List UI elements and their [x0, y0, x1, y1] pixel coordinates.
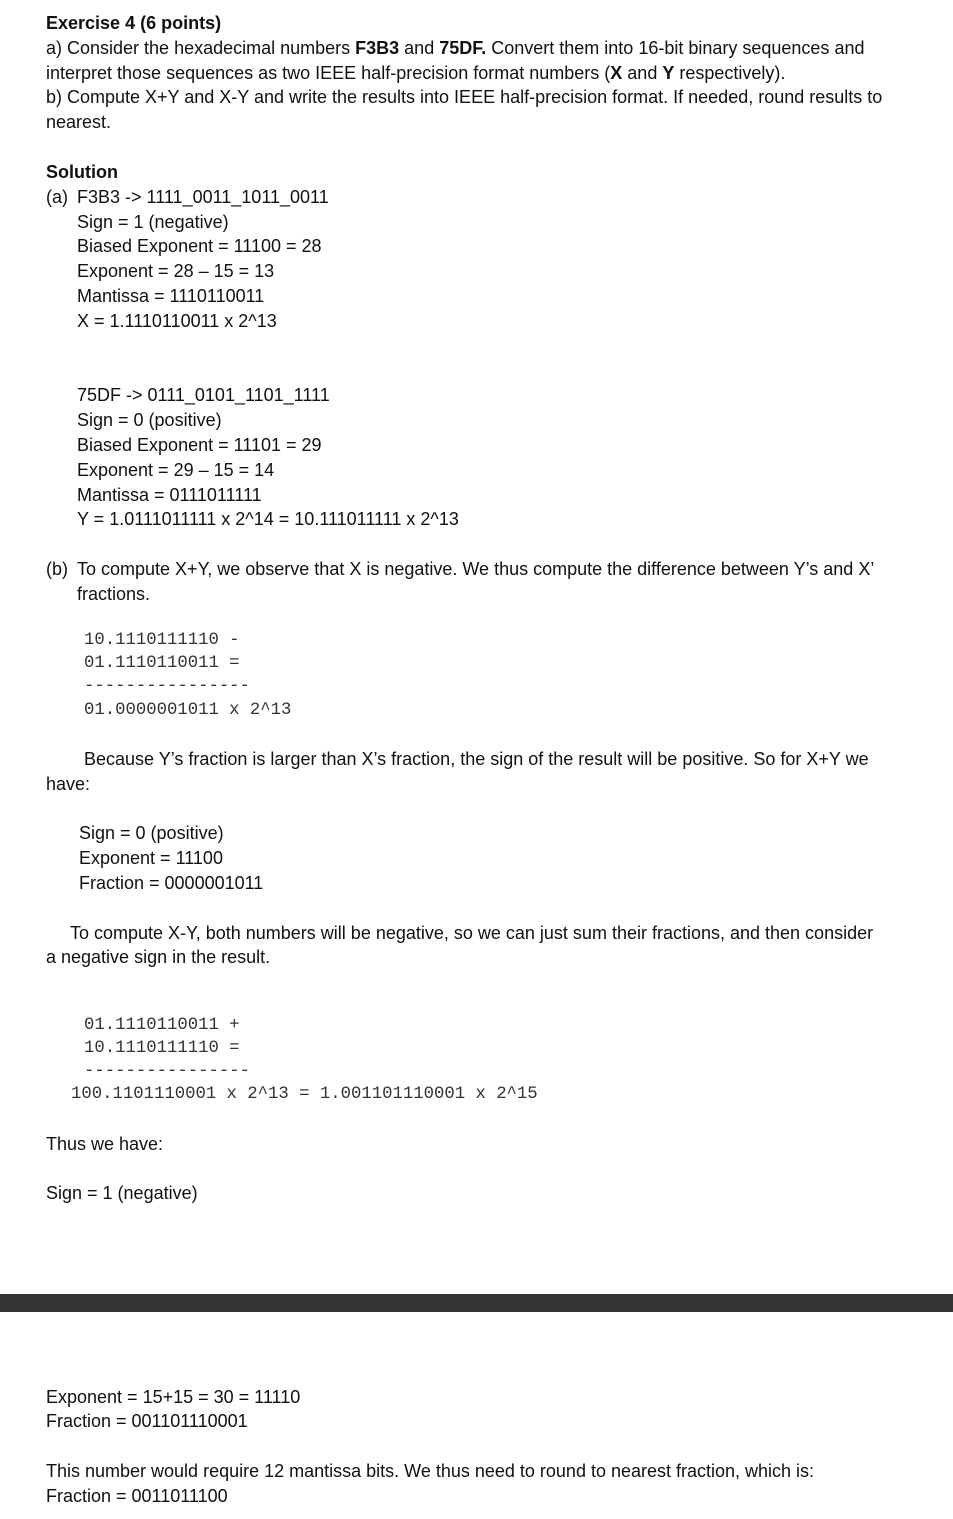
diff-sign-line: Sign = 1 (negative) [46, 1183, 198, 1203]
y-conversion-line: 75DF -> 0111_0101_1101_1111 [77, 385, 330, 405]
x-sign-line: Sign = 1 (negative) [77, 212, 229, 232]
add-calc-separator: ---------------- [84, 1062, 250, 1081]
add-calc-line-1: 01.1110110011 + [84, 1016, 240, 1035]
x-biased-exponent-line: Biased Exponent = 11100 = 28 [77, 236, 322, 256]
diff-exponent-line: Exponent = 15+15 = 30 = 11110 [46, 1387, 301, 1407]
y-value-line: Y = 1.0111011111 x 2^14 = 10.111011111 x… [77, 509, 459, 529]
exercise-title: Exercise 4 (6 points) [46, 13, 222, 33]
page-break-divider [0, 1294, 953, 1312]
diff-fraction-line: Fraction = 001101110001 [46, 1411, 248, 1431]
y-exponent-line: Exponent = 29 – 15 = 14 [77, 460, 275, 480]
thus-line: Thus we have: [46, 1134, 164, 1154]
x-exponent-line: Exponent = 28 – 15 = 13 [77, 261, 275, 281]
diff-intro-line-2: a negative sign in the result. [46, 947, 271, 967]
part-a-label: (a) [46, 187, 68, 207]
part-b-line-2: fractions. [77, 584, 151, 604]
because-line-1: Because Y’s fraction is larger than X’s … [84, 749, 869, 769]
question-a-line-2: interpret those sequences as two IEEE ha… [46, 63, 786, 83]
sum-fraction-line: Fraction = 0000001011 [79, 873, 264, 893]
diff-intro-line-1: To compute X-Y, both numbers will be neg… [70, 923, 874, 943]
x-conversion-line: F3B3 -> 1111_0011_1011_0011 [77, 187, 329, 207]
round-line-2: Fraction = 0011011100 [46, 1486, 228, 1506]
sub-calc-line-1: 10.1110111110 - [84, 631, 240, 650]
y-sign-line: Sign = 0 (positive) [77, 410, 222, 430]
add-calc-line-2: 10.1110111110 = [84, 1039, 240, 1058]
because-line-2: have: [46, 774, 91, 794]
add-calc-result: 100.1101110001 x 2^13 = 1.001101110001 x… [71, 1085, 538, 1104]
sub-calc-line-2: 01.1110110011 = [84, 654, 240, 673]
part-b-label: (b) [46, 559, 68, 579]
sum-exponent-line: Exponent = 11100 [79, 848, 223, 868]
question-b-line-1: b) Compute X+Y and X-Y and write the res… [46, 87, 883, 107]
y-mantissa-line: Mantissa = 0111011111 [77, 485, 262, 505]
question-a-line-1: a) Consider the hexadecimal numbers F3B3… [46, 38, 865, 58]
y-biased-exponent-line: Biased Exponent = 11101 = 29 [77, 435, 322, 455]
solution-title: Solution [46, 162, 118, 182]
question-b-line-2: nearest. [46, 112, 112, 132]
sum-sign-line: Sign = 0 (positive) [79, 823, 224, 843]
sub-calc-separator: ---------------- [84, 677, 250, 696]
sub-calc-result: 01.0000001011 x 2^13 [84, 701, 292, 720]
x-value-line: X = 1.1110110011 x 2^13 [77, 311, 277, 331]
round-line-1: This number would require 12 mantissa bi… [46, 1461, 815, 1481]
x-mantissa-line: Mantissa = 1110110011 [77, 286, 265, 306]
part-b-line-1: To compute X+Y, we observe that X is neg… [77, 559, 875, 579]
